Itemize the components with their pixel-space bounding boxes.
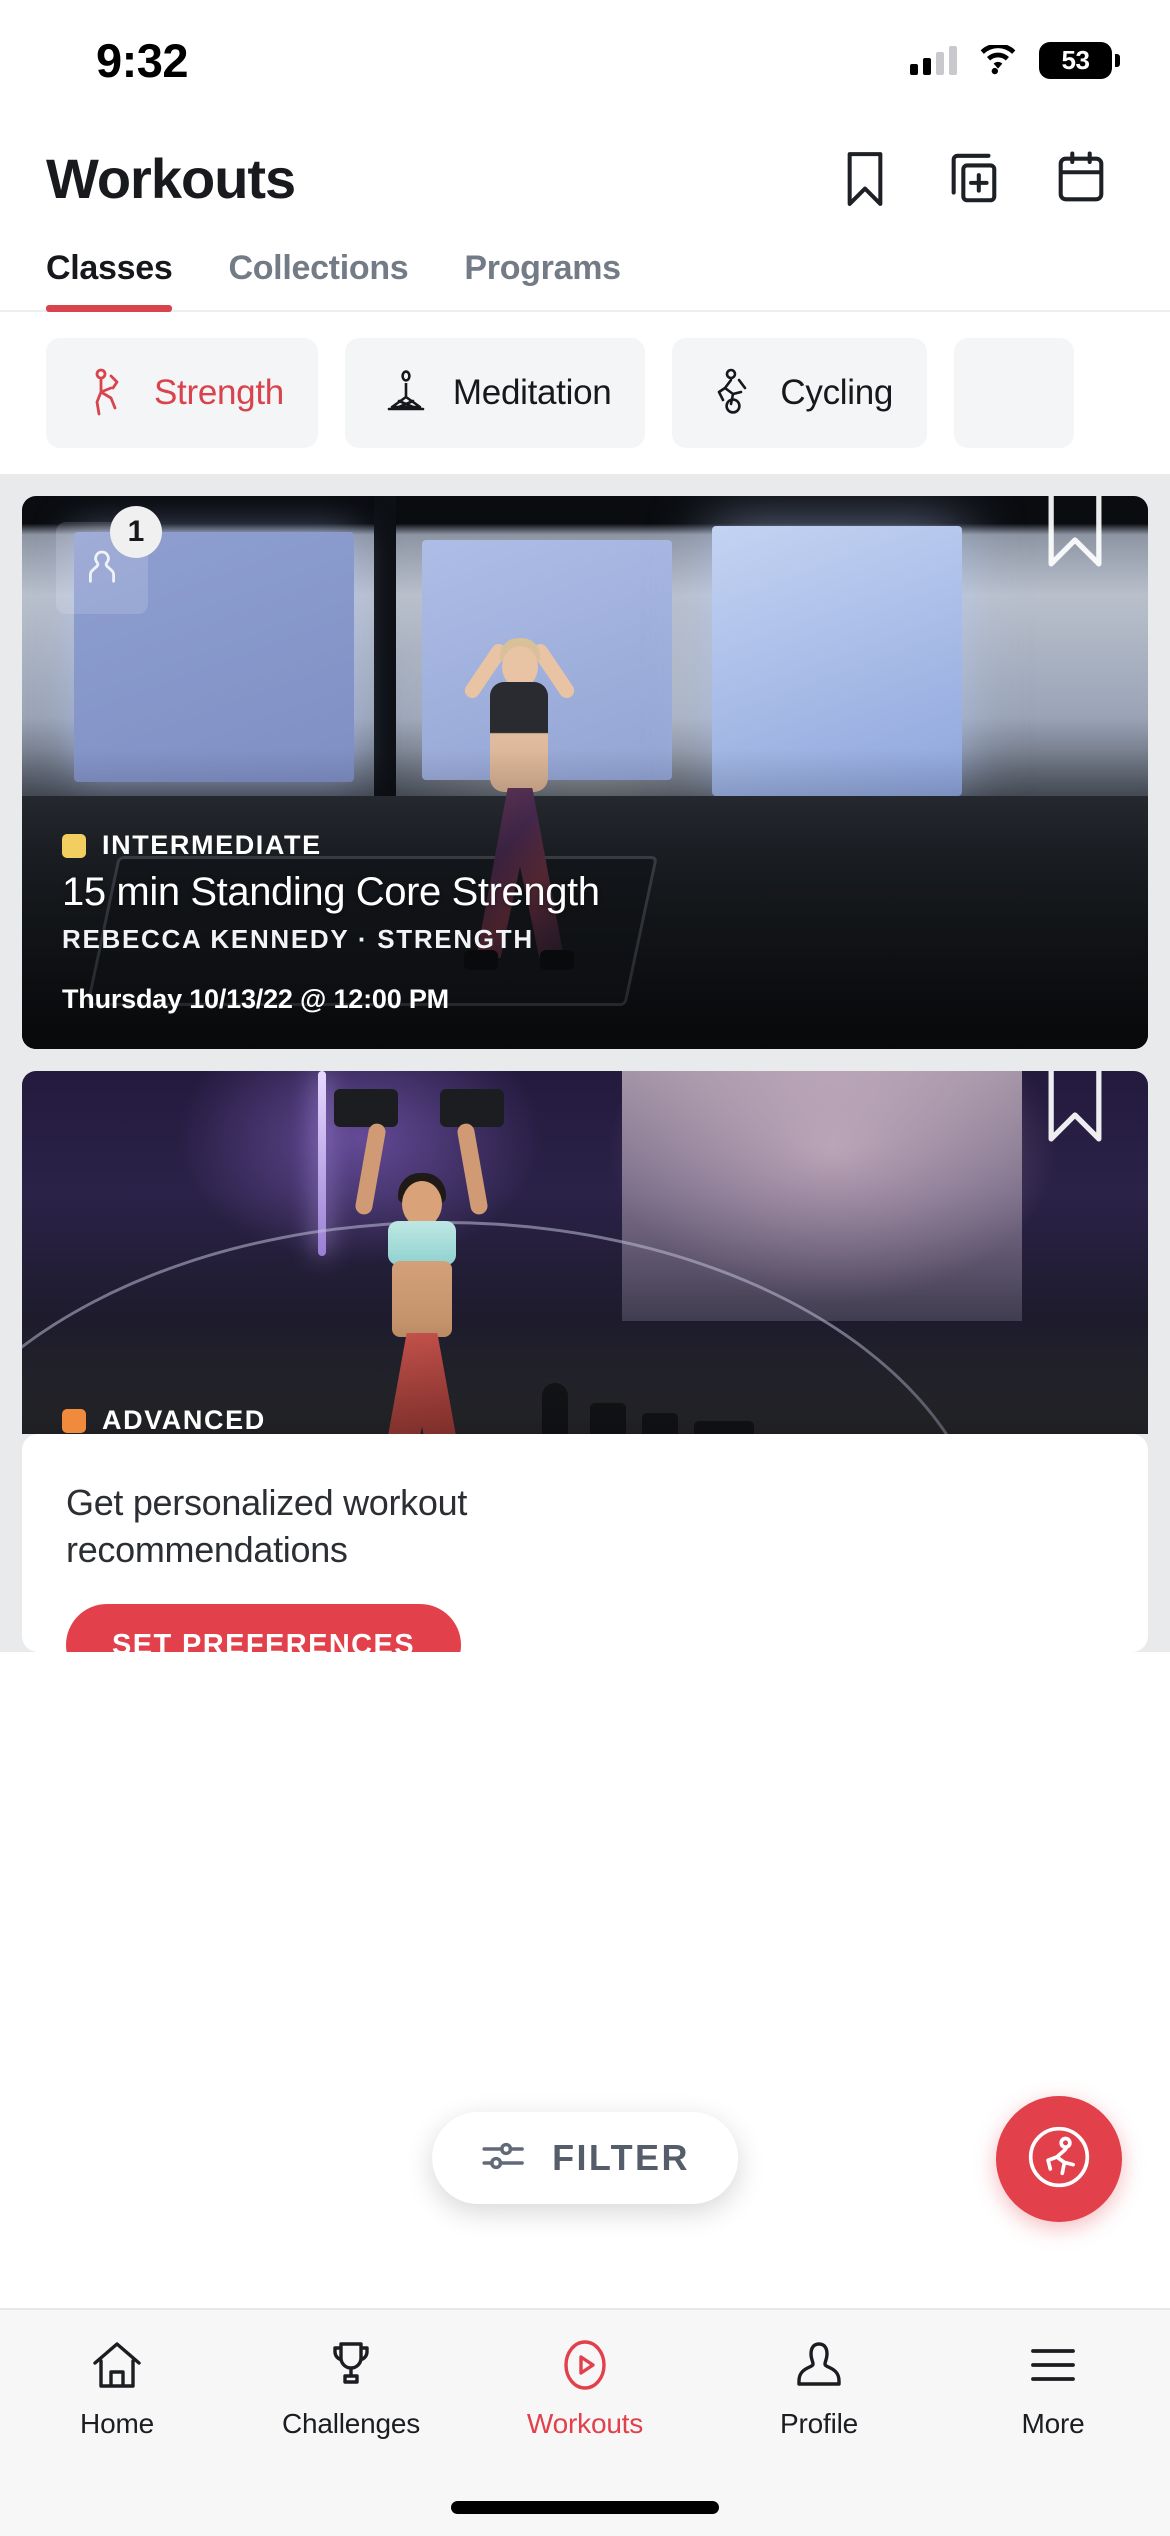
class-card[interactable]: 1 INTERMEDIATE 15 min Standing Core Stre… (22, 496, 1148, 1049)
person-icon (795, 2336, 843, 2394)
difficulty-row: INTERMEDIATE (62, 830, 1108, 861)
home-icon (91, 2336, 143, 2394)
page-header: Workouts (0, 112, 1170, 233)
calendar-icon[interactable] (1050, 148, 1112, 210)
participant-count: 1 (110, 506, 162, 558)
strength-icon (80, 366, 134, 420)
class-card-meta: ADVANCED 30 min Upper Body Strength ASSA… (62, 1405, 1108, 1434)
start-workout-fab[interactable] (996, 2096, 1122, 2222)
class-card[interactable]: ADVANCED 30 min Upper Body Strength ASSA… (22, 1071, 1148, 1434)
nav-item-profile[interactable]: Profile (702, 2336, 936, 2440)
status-bar-time: 9:32 (96, 33, 189, 87)
class-list[interactable]: 1 INTERMEDIATE 15 min Standing Core Stre… (0, 474, 1170, 1434)
difficulty-row: ADVANCED (62, 1405, 1108, 1434)
tab-collections[interactable]: Collections (228, 233, 408, 310)
meditation-icon (379, 366, 433, 420)
header-actions (834, 148, 1112, 210)
nav-item-home[interactable]: Home (0, 2336, 234, 2440)
nav-item-workouts[interactable]: Workouts (468, 2336, 702, 2440)
chip-label: Cycling (780, 373, 894, 412)
cycling-icon (706, 366, 760, 420)
card-bookmark-icon[interactable] (1044, 1071, 1106, 1168)
card-bookmark-icon[interactable] (1044, 496, 1106, 593)
nav-label: Workouts (526, 2408, 644, 2439)
play-circle-icon (560, 2336, 610, 2394)
chip-meditation[interactable]: Meditation (344, 338, 646, 448)
preferences-card: Get personalized workout recommendations… (22, 1434, 1148, 1652)
filter-label: FILTER (552, 2137, 690, 2178)
chip-cycling[interactable]: Cycling (672, 338, 928, 448)
cellular-signal-icon (910, 45, 957, 75)
page-title: Workouts (46, 147, 296, 210)
running-person-icon (1022, 2120, 1096, 2199)
hamburger-icon (1029, 2336, 1077, 2394)
tab-bar: Classes Collections Programs (0, 233, 1170, 312)
class-title: 15 min Standing Core Strength (62, 870, 600, 914)
sliders-icon (480, 2136, 526, 2181)
nav-label: Home (80, 2408, 154, 2439)
chip-label: Strength (154, 373, 284, 412)
chip-strength[interactable]: Strength (46, 338, 318, 448)
nav-label: Challenges (281, 2408, 421, 2439)
chip-label: Meditation (452, 373, 612, 412)
difficulty-color-swatch (62, 1408, 86, 1433)
difficulty-label: ADVANCED (102, 1405, 266, 1434)
trophy-icon (327, 2336, 375, 2394)
preferences-text: Get personalized workout recommendations (66, 1482, 468, 1570)
status-bar-indicators: 53 (910, 41, 1120, 79)
chip-partial[interactable] (954, 338, 1075, 448)
class-card-meta: INTERMEDIATE 15 min Standing Core Streng… (62, 830, 1108, 1015)
tab-classes[interactable]: Classes (46, 233, 173, 312)
bookmark-icon[interactable] (834, 148, 896, 210)
bottom-navigation: Home Challenges Workouts Profile More (0, 2308, 1170, 2536)
difficulty-label: INTERMEDIATE (102, 830, 322, 860)
nav-item-challenges[interactable]: Challenges (234, 2336, 468, 2440)
nav-item-more[interactable]: More (936, 2336, 1170, 2440)
battery-icon: 53 (1039, 41, 1120, 79)
battery-level: 53 (1061, 44, 1090, 75)
status-bar: 9:32 53 (0, 0, 1170, 112)
difficulty-color-swatch (62, 833, 86, 858)
nav-label: Profile (780, 2408, 858, 2439)
filter-button[interactable]: FILTER (432, 2112, 738, 2204)
set-preferences-button[interactable]: SET PREFERENCES (66, 1604, 461, 1652)
partial-chip-icon (988, 366, 1040, 420)
add-to-stack-icon[interactable] (942, 148, 1004, 210)
nav-label: More (1021, 2408, 1085, 2439)
tab-programs[interactable]: Programs (464, 233, 621, 310)
class-instructor-discipline: REBECCA KENNEDY · STRENGTH (62, 924, 534, 954)
wifi-icon (980, 45, 1016, 75)
class-schedule: Thursday 10/13/22 @ 12:00 PM (62, 984, 449, 1014)
category-chip-row[interactable]: Strength Meditation Cycling (0, 312, 1170, 474)
home-indicator (451, 2501, 719, 2514)
preferences-section: Get personalized workout recommendations… (0, 1434, 1170, 1652)
